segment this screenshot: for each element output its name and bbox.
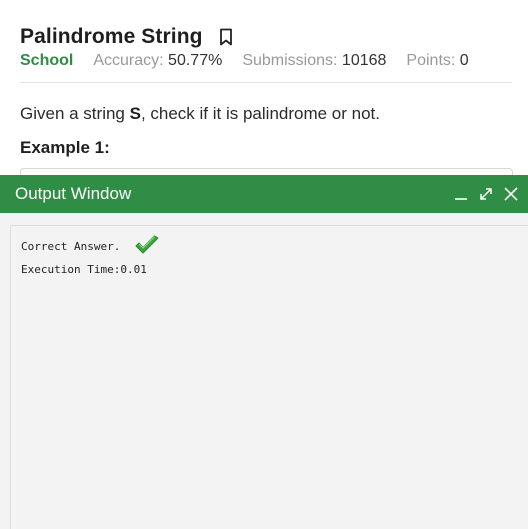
accuracy: Accuracy: 50.77% xyxy=(93,52,222,70)
execution-time: Execution Time:0.01 xyxy=(21,263,147,276)
output-window: Output Window Correct Answer. Execution … xyxy=(0,175,528,529)
description-text-2: , check if it is palindrome or not. xyxy=(140,104,380,123)
submissions-value: 10168 xyxy=(341,52,387,69)
accuracy-label: Accuracy: xyxy=(93,52,164,69)
expand-icon[interactable] xyxy=(475,183,497,205)
points-label: Points: xyxy=(406,52,456,69)
submissions-label: Submissions: xyxy=(242,52,338,69)
close-icon[interactable] xyxy=(500,183,522,205)
points: Points: 0 xyxy=(406,52,468,70)
problem-description: Given a string S, check if it is palindr… xyxy=(20,104,380,124)
checkmark-icon xyxy=(134,234,160,256)
accuracy-value: 50.77% xyxy=(168,52,223,69)
example-heading: Example 1: xyxy=(20,138,110,157)
header-divider xyxy=(20,82,512,83)
points-value: 0 xyxy=(459,52,469,69)
description-variable: S xyxy=(129,104,141,123)
description-text-1: Given a string xyxy=(20,104,130,123)
problem-title: Palindrome String xyxy=(20,25,203,48)
difficulty-badge[interactable]: School xyxy=(20,52,73,70)
problem-meta: School Accuracy: 50.77% Submissions: 101… xyxy=(20,52,512,76)
result-text: Correct Answer. xyxy=(21,240,121,253)
bookmark-icon[interactable] xyxy=(219,28,233,46)
title-row: Palindrome String xyxy=(20,22,512,52)
output-console[interactable]: Correct Answer. Execution Time:0.01 xyxy=(10,225,528,529)
submissions: Submissions: 10168 xyxy=(242,52,386,70)
minimize-icon[interactable] xyxy=(450,183,472,205)
window-controls xyxy=(447,175,522,213)
output-titlebar[interactable]: Output Window xyxy=(0,175,528,213)
problem-header: Palindrome String School Accuracy: 50.77… xyxy=(20,22,512,76)
output-window-title: Output Window xyxy=(15,184,132,203)
